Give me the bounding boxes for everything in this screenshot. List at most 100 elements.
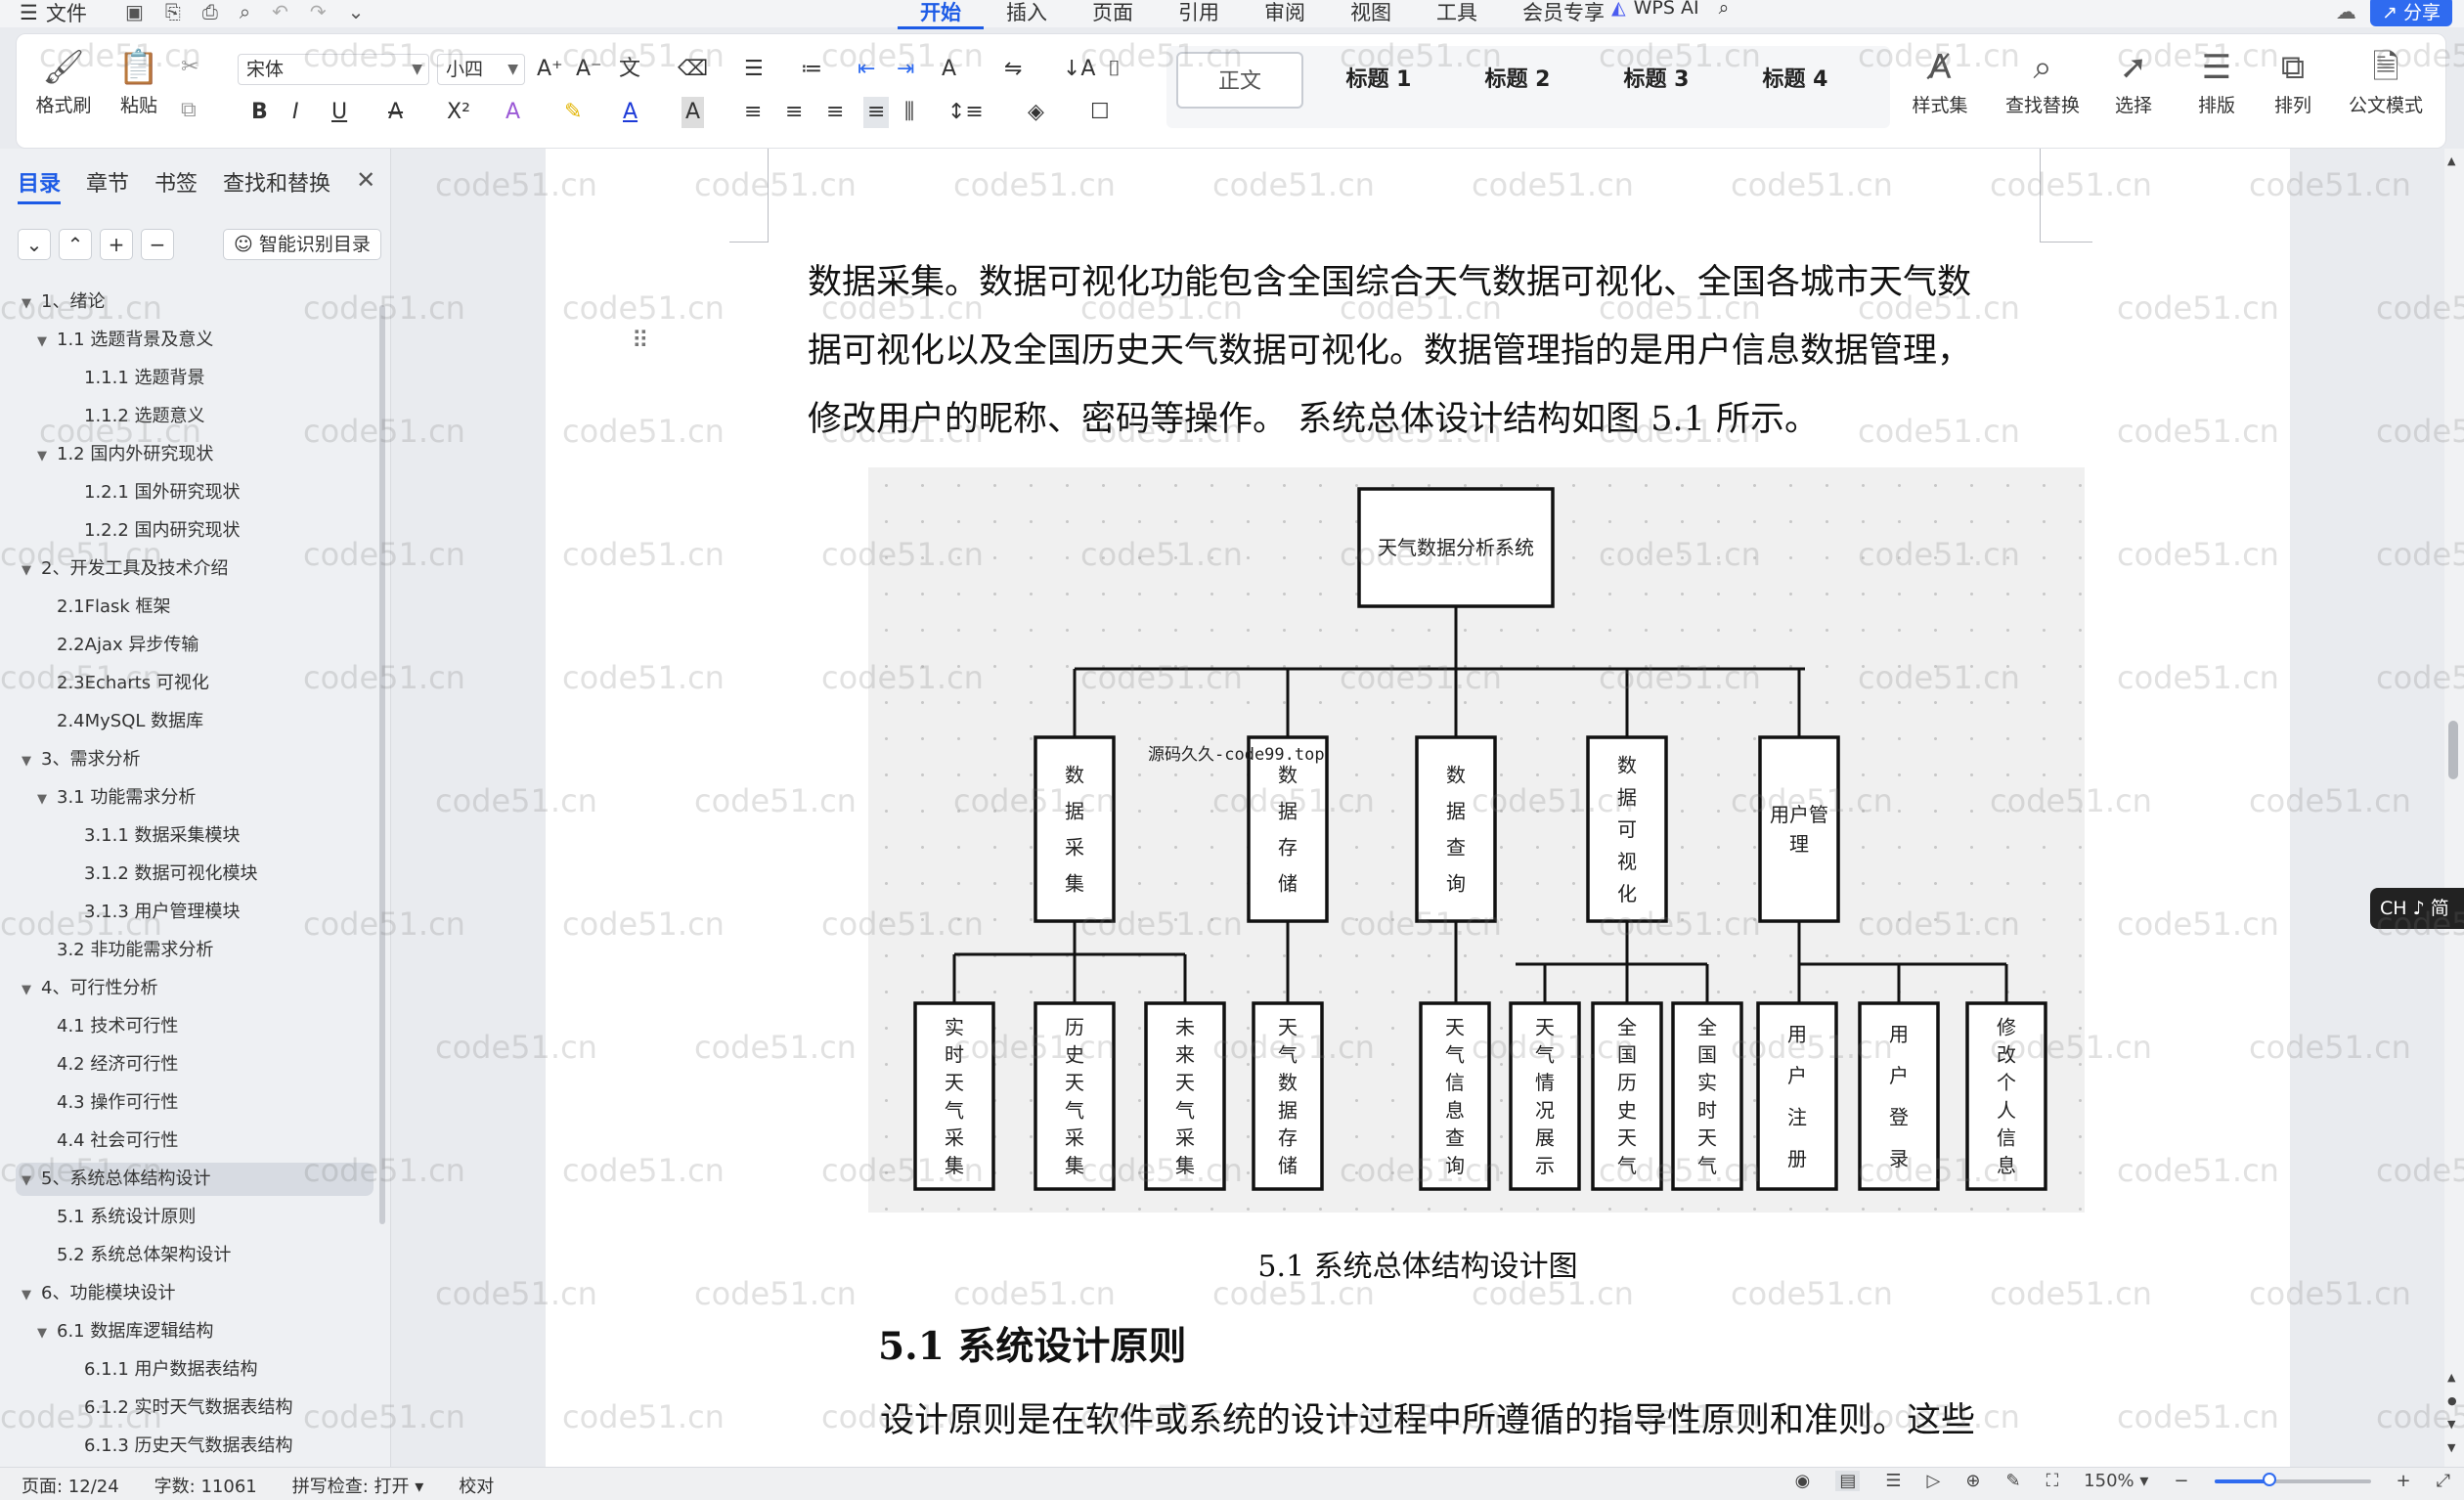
shading-icon[interactable]: ◈ xyxy=(1028,97,1044,128)
toc-item[interactable]: 3.2 非功能需求分析 xyxy=(37,934,213,967)
print-icon[interactable]: ⎙ xyxy=(202,0,218,23)
more-chevron-icon[interactable]: ⌄ xyxy=(348,0,365,23)
copy-icon[interactable]: ⧉ xyxy=(181,95,197,126)
tab-insert[interactable]: 插入 xyxy=(984,0,1070,29)
toc-item[interactable]: 3.1.2 数据可视化模块 xyxy=(65,858,258,891)
collapse-up-button[interactable]: ⌃ xyxy=(59,229,92,260)
toc-item[interactable]: ▼ 1.2 国内外研究现状 xyxy=(37,438,213,471)
add-heading-button[interactable]: + xyxy=(100,229,133,260)
tab-references[interactable]: 引用 xyxy=(1156,0,1242,29)
show-marks-icon[interactable]: ⌷ xyxy=(1108,54,1121,85)
justify-icon[interactable]: ≡ xyxy=(863,97,890,128)
border-icon[interactable]: ☐ xyxy=(1090,97,1110,128)
file-menu[interactable]: ☰ 文件 xyxy=(20,0,87,27)
toc-item[interactable]: 6.1.2 实时天气数据表结构 xyxy=(65,1391,293,1425)
page-up-icon[interactable]: ▲ xyxy=(2447,1371,2455,1384)
toc-item[interactable]: 1.2.1 国外研究现状 xyxy=(65,476,241,509)
eye-icon[interactable]: ◉ xyxy=(1795,1471,1811,1491)
style-normal[interactable]: 正文 xyxy=(1176,52,1303,109)
tab-bookmarks[interactable]: 书签 xyxy=(154,166,198,204)
proofread-button[interactable]: 校对 xyxy=(459,1473,494,1498)
toc-item[interactable]: 3.1.1 数据采集模块 xyxy=(65,819,241,853)
undo-icon[interactable]: ↶ xyxy=(272,0,288,23)
toc-item[interactable]: 5.1 系统设计原则 xyxy=(37,1201,196,1234)
expand-toggle-icon[interactable]: ▼ xyxy=(22,1165,33,1198)
format-painter-button[interactable]: 🖌 格式刷 xyxy=(34,44,93,117)
cloud-upload-icon[interactable]: ☁ xyxy=(2336,0,2356,23)
scroll-down-icon[interactable]: ▼ xyxy=(2447,1441,2455,1454)
fit-page-icon[interactable]: ⛶ xyxy=(2046,1471,2059,1491)
style-heading-3[interactable]: 标题 3 xyxy=(1593,52,1720,109)
toc-item[interactable]: ▼ 1.1 选题背景及意义 xyxy=(37,324,213,357)
font-name-select[interactable]: 宋体 ▼ xyxy=(238,54,429,85)
style-heading-4[interactable]: 标题 4 xyxy=(1732,52,1859,109)
distributed-icon[interactable]: ⫼ xyxy=(904,97,914,128)
toc-item[interactable]: ▼ 1、绪论 xyxy=(22,286,105,319)
style-heading-1[interactable]: 标题 1 xyxy=(1315,52,1442,109)
toc-item[interactable]: ▼ 3、需求分析 xyxy=(22,743,140,776)
architecture-diagram[interactable]: 天气数据分析系统数据采集数据存储数据查询数据可视化用户管理实时天气采集历史天气采… xyxy=(868,467,2085,1213)
tab-toc[interactable]: 目录 xyxy=(18,166,62,204)
phonetic-guide-icon[interactable]: 文 xyxy=(619,54,640,85)
toc-item[interactable]: ▼ 3.1 功能需求分析 xyxy=(37,781,196,815)
toc-item[interactable]: ▼ 4、可行性分析 xyxy=(22,972,157,1005)
expand-toggle-icon[interactable]: ▼ xyxy=(37,1317,49,1350)
superscript-icon[interactable]: X² xyxy=(447,97,470,128)
play-icon[interactable]: ▷ xyxy=(1927,1471,1941,1491)
align-right-icon[interactable]: ≡ xyxy=(826,97,844,128)
save-icon[interactable]: ▣ xyxy=(125,0,144,23)
smart-toc-button[interactable]: ☺ 智能识别目录 xyxy=(223,229,381,260)
wps-ai-button[interactable]: ◭ WPS AI ⌕ xyxy=(1611,0,1729,19)
scroll-up-icon[interactable]: ▲ xyxy=(2447,154,2455,167)
increase-indent-icon[interactable]: ⇥ xyxy=(897,54,914,85)
zoom-in-icon[interactable]: + xyxy=(2397,1471,2411,1491)
toc-item[interactable]: 4.2 经济可行性 xyxy=(37,1048,178,1081)
zoom-out-icon[interactable]: − xyxy=(2174,1471,2188,1491)
grow-font-icon[interactable]: A⁺ xyxy=(537,54,563,85)
redo-icon[interactable]: ↷ xyxy=(310,0,327,23)
text-effect-icon[interactable]: A xyxy=(506,97,520,128)
highlight-icon[interactable]: ✎ xyxy=(564,97,582,128)
expand-toggle-icon[interactable]: ▼ xyxy=(22,974,33,1007)
tab-home[interactable]: 开始 xyxy=(898,0,984,29)
tab-review[interactable]: 审阅 xyxy=(1242,0,1328,29)
expand-toggle-icon[interactable]: ▼ xyxy=(37,783,49,816)
toc-item[interactable]: 4.4 社会可行性 xyxy=(37,1125,178,1158)
toc-item[interactable]: ▼ 2、开发工具及技术介绍 xyxy=(22,552,228,586)
find-replace-button[interactable]: ⌕ 查找替换 xyxy=(1996,44,2090,117)
tab-chapters[interactable]: 章节 xyxy=(86,166,129,204)
tab-member[interactable]: 会员专享 xyxy=(1500,0,1627,29)
decrease-indent-icon[interactable]: ⇤ xyxy=(858,54,875,85)
official-doc-button[interactable]: 🗎 公文模式 xyxy=(2342,44,2430,117)
numbered-list-icon[interactable]: ≔ xyxy=(801,54,822,85)
expand-toggle-icon[interactable]: ▼ xyxy=(22,554,33,588)
select-browse-icon[interactable]: ● xyxy=(2447,1394,2457,1407)
toc-item[interactable]: 2.2Ajax 异步传输 xyxy=(37,629,198,662)
sort-icon[interactable]: ↓A xyxy=(1063,54,1095,85)
fullscreen-icon[interactable]: ⤢ xyxy=(2437,1471,2450,1491)
close-icon[interactable]: ✕ xyxy=(356,166,375,204)
align-left-icon[interactable]: ≡ xyxy=(744,97,762,128)
font-size-select[interactable]: 小四 ▼ xyxy=(437,54,525,85)
document-scrollbar[interactable]: ▲ ▲ ● ▼ ▼ xyxy=(2444,149,2464,1467)
collapse-down-button[interactable]: ⌄ xyxy=(18,229,51,260)
zoom-slider[interactable] xyxy=(2214,1472,2371,1486)
word-count[interactable]: 字数: 11061 xyxy=(154,1473,257,1498)
underline-icon[interactable]: U xyxy=(331,97,347,128)
page-view-icon[interactable]: ▤ xyxy=(1835,1471,1861,1491)
toc-item[interactable]: 1.2.2 国内研究现状 xyxy=(65,514,241,548)
pen-icon[interactable]: ✎ xyxy=(2005,1471,2020,1491)
expand-toggle-icon[interactable]: ▼ xyxy=(22,287,33,321)
expand-toggle-icon[interactable]: ▼ xyxy=(22,1279,33,1312)
toc-item[interactable]: 6.1.3 历史天气数据表结构 xyxy=(65,1430,293,1463)
toc-item[interactable]: 2.1Flask 框架 xyxy=(37,591,171,624)
outline-view-icon[interactable]: ☰ xyxy=(1885,1471,1901,1491)
style-set-button[interactable]: A̸ 样式集 xyxy=(1896,44,1984,117)
cut-icon[interactable]: ✂ xyxy=(181,52,198,83)
arrange-button[interactable]: ⧉ 排列 xyxy=(2262,44,2324,117)
expand-toggle-icon[interactable]: ▼ xyxy=(22,745,33,778)
toc-item[interactable]: 1.1.1 选题背景 xyxy=(65,362,205,395)
shrink-font-icon[interactable]: A⁻ xyxy=(576,54,602,85)
toc-item[interactable]: 2.4MySQL 数据库 xyxy=(37,705,203,738)
toc-item[interactable]: 5.2 系统总体架构设计 xyxy=(37,1239,231,1272)
